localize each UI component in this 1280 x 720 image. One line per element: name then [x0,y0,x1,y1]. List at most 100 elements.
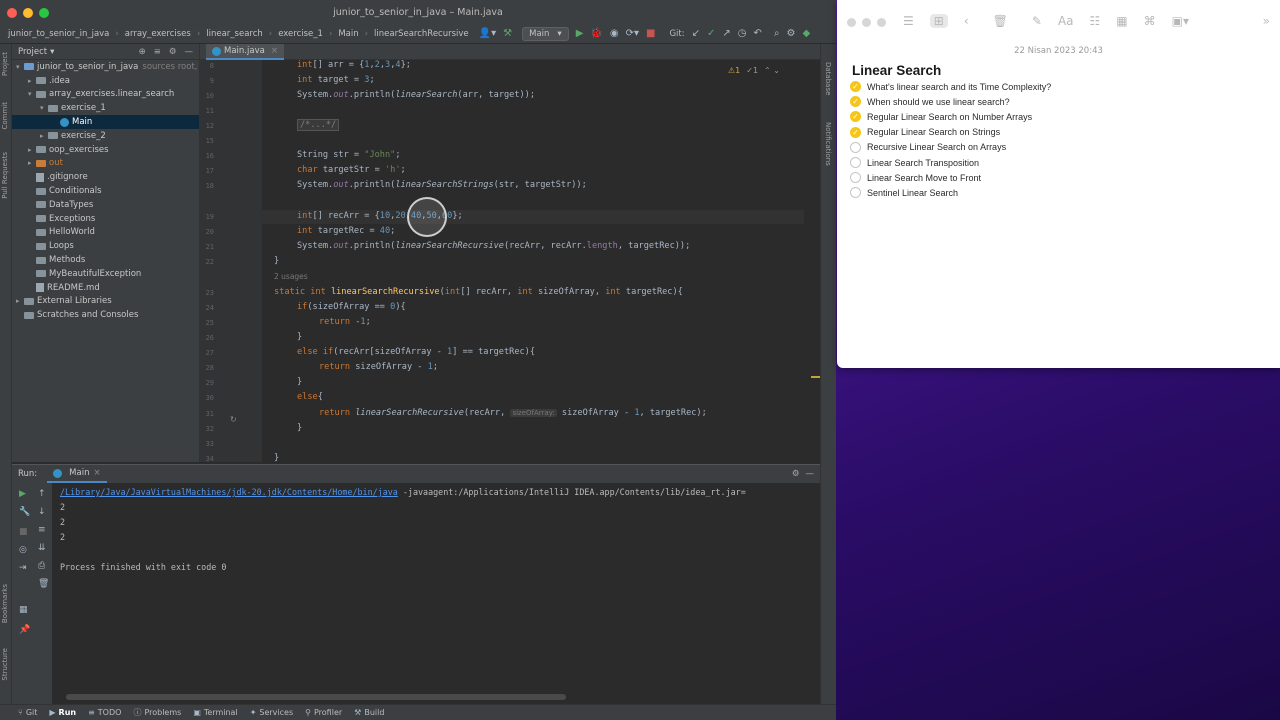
back-icon[interactable]: ‹ [964,14,969,28]
share-icon[interactable]: ⌘ [1144,14,1156,28]
tree-item[interactable]: ▸ exercise_2 [12,129,199,143]
tree-item[interactable]: ▸ oop_exercises [12,143,199,157]
java-path-link[interactable]: /Library/Java/JavaVirtualMachines/jdk-20… [60,487,398,497]
expand-arrow-icon[interactable]: ▸ [28,159,36,167]
build-hammer-icon[interactable]: ⚒ [503,28,512,39]
git-history-icon[interactable]: ◷ [738,28,747,39]
zoom-window-button[interactable] [39,8,49,18]
plugin-icon[interactable]: ◆ [802,28,810,39]
tab-main-java[interactable]: Main.java × [206,44,284,60]
bottom-tab-build[interactable]: ⚒ Build [354,708,384,717]
git-push-icon[interactable]: ↗ [722,28,730,39]
checked-circle-icon[interactable]: ✓ [850,96,861,108]
code-line-12-folded[interactable]: /*...*/ [297,119,340,131]
list-view-icon[interactable]: ☰ [903,14,914,28]
expand-arrow-icon[interactable]: ▾ [16,63,24,71]
tree-item[interactable]: ▸ out [12,157,199,171]
tree-item[interactable]: ▾ exercise_1 [12,101,199,115]
inspection-widget[interactable]: ⚠1 ✓1 ⌃ ⌄ [728,66,780,75]
git-commit-icon[interactable]: ✓ [707,28,715,39]
bottom-tab-problems[interactable]: ⓘ Problems [133,707,181,718]
checklist-item[interactable]: Recursive Linear Search on Arrays [850,141,1006,153]
expand-arrow-icon[interactable]: ▸ [28,146,36,154]
unchecked-circle-icon[interactable] [850,172,861,184]
note-title[interactable]: Linear Search [852,63,941,78]
checklist-item[interactable]: ✓ Regular Linear Search on Strings [850,126,1000,138]
pull-requests-tool-tab[interactable]: Pull Requests [1,152,9,199]
panel-options-icon[interactable]: ⚙ [169,47,177,57]
console-output[interactable]: /Library/Java/JavaVirtualMachines/jdk-20… [60,483,820,705]
tree-item[interactable]: HelloWorld [12,226,199,240]
table-icon[interactable]: ▦ [1116,14,1127,28]
tree-item[interactable]: Methods [12,253,199,267]
tree-item[interactable]: ▾ junior_to_senior_in_java sources root, [12,60,199,74]
checklist-item[interactable]: Linear Search Move to Front [850,172,981,184]
bookmarks-tool-tab[interactable]: Bookmarks [1,584,9,623]
tree-item[interactable]: Loops [12,239,199,253]
git-update-icon[interactable]: ↙ [692,28,700,39]
close-window-button[interactable] [7,8,17,18]
tree-item[interactable]: Scratches and Consoles [12,308,199,322]
notes-minimize-button[interactable] [862,18,871,27]
run-settings-icon[interactable]: ⚙ [792,469,800,479]
minimize-window-button[interactable] [23,8,33,18]
run-config-select[interactable]: Main ▾ [522,26,569,41]
expand-arrow-icon[interactable]: ▾ [28,90,36,98]
scroll-up-icon[interactable]: ↑ [38,489,46,499]
bottom-tab-services[interactable]: ✦ Services [250,708,293,717]
notes-zoom-button[interactable] [877,18,886,27]
run-icon[interactable]: ▶ [576,28,584,39]
bottom-tab-todo[interactable]: ≡ TODO [88,708,121,717]
expand-arrow-icon[interactable]: ▸ [28,77,36,85]
project-tool-tab[interactable]: Project [1,52,9,76]
gallery-view-icon[interactable]: ⊞ [929,14,948,28]
breadcrumb-project[interactable]: junior_to_senior_in_java [0,29,112,39]
tree-item[interactable]: Exceptions [12,212,199,226]
unchecked-circle-icon[interactable] [850,157,861,168]
exit-icon[interactable]: ⇥ [19,563,27,573]
format-text-icon[interactable]: Aa [1058,14,1074,28]
breadcrumb-linear-search[interactable]: linear_search [203,29,266,39]
collapse-all-icon[interactable]: ≡ [154,47,161,57]
breadcrumb-array-exercises[interactable]: array_exercises [122,29,194,39]
breadcrumb-method[interactable]: linearSearchRecursive [371,29,472,39]
checked-circle-icon[interactable]: ✓ [850,111,861,123]
checklist-icon[interactable]: ☷ [1090,14,1101,28]
notifications-tool-tab[interactable]: Notifications [824,122,832,166]
rerun-icon[interactable]: ▶ [19,489,26,499]
locate-icon[interactable]: ⊕ [139,47,146,57]
checklist-item[interactable]: Linear Search Transposition [850,157,979,168]
project-panel-title[interactable]: Project [18,47,47,57]
media-icon[interactable]: ▣▾ [1172,14,1189,28]
tree-item[interactable]: Conditionals [12,184,199,198]
more-icon[interactable]: » [1263,14,1270,28]
soft-wrap-icon[interactable]: ≡ [38,525,46,535]
git-rollback-icon[interactable]: ↶ [754,28,762,39]
pin-icon[interactable]: 📌 [19,625,30,635]
expand-arrow-icon[interactable]: ▾ [40,104,48,112]
structure-tool-tab[interactable]: Structure [1,648,9,681]
search-icon[interactable]: ⌕ [774,28,780,39]
unchecked-circle-icon[interactable] [850,187,861,199]
layout-icon[interactable]: ▦ [19,605,28,615]
close-run-tab-icon[interactable]: × [93,468,100,478]
hide-run-panel-icon[interactable]: — [806,469,815,479]
tree-item[interactable]: Main [12,115,199,129]
unchecked-circle-icon[interactable] [850,141,861,153]
expand-arrow-icon[interactable]: ▸ [16,297,24,305]
checklist-item[interactable]: ✓ What's linear search and its Time Compl… [850,81,1051,92]
editor-scrollbar[interactable] [804,60,820,462]
notes-close-button[interactable] [847,18,856,27]
debug-icon[interactable]: 🐞 [590,28,602,39]
breadcrumb-exercise-1[interactable]: exercise_1 [275,29,326,39]
tree-item[interactable]: ▸ .idea [12,74,199,88]
scroll-down-icon[interactable]: ↓ [38,507,46,517]
checklist-item[interactable]: ✓ Regular Linear Search on Number Arrays [850,111,1032,123]
expand-arrow-icon[interactable]: ▸ [40,132,48,140]
user-icon[interactable]: 👤▾ [479,28,496,39]
database-tool-tab[interactable]: Database [824,62,832,95]
stop-icon[interactable]: ■ [646,28,655,39]
clear-console-icon[interactable]: 🗑 [38,579,49,589]
commit-tool-tab[interactable]: Commit [1,102,9,130]
close-tab-icon[interactable]: × [271,46,278,56]
